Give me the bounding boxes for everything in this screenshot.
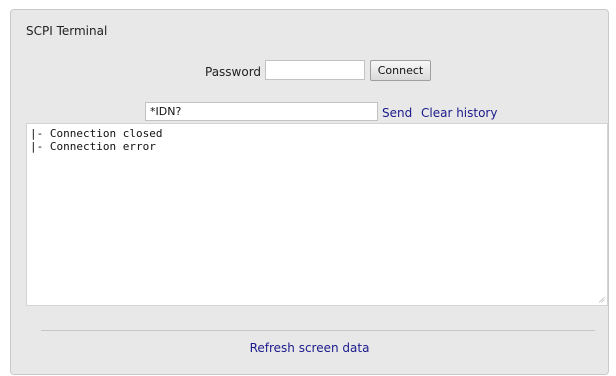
password-label: Password	[205, 65, 262, 79]
terminal-output[interactable]: |- Connection closed |- Connection error	[26, 123, 608, 306]
command-input[interactable]	[145, 102, 378, 121]
scpi-terminal-panel: SCPI Terminal Password Connect Send Clea…	[10, 9, 609, 375]
refresh-screen-data-link[interactable]: Refresh screen data	[11, 341, 608, 355]
connect-button[interactable]: Connect	[370, 60, 431, 81]
send-link[interactable]: Send	[382, 106, 412, 120]
clear-history-link[interactable]: Clear history	[421, 106, 497, 120]
resize-grip-icon[interactable]	[598, 296, 605, 303]
footer-divider	[41, 330, 595, 331]
password-input[interactable]	[265, 60, 365, 80]
terminal-line: |- Connection closed	[30, 127, 163, 140]
terminal-line: |- Connection error	[30, 140, 156, 153]
panel-title: SCPI Terminal	[26, 24, 108, 38]
